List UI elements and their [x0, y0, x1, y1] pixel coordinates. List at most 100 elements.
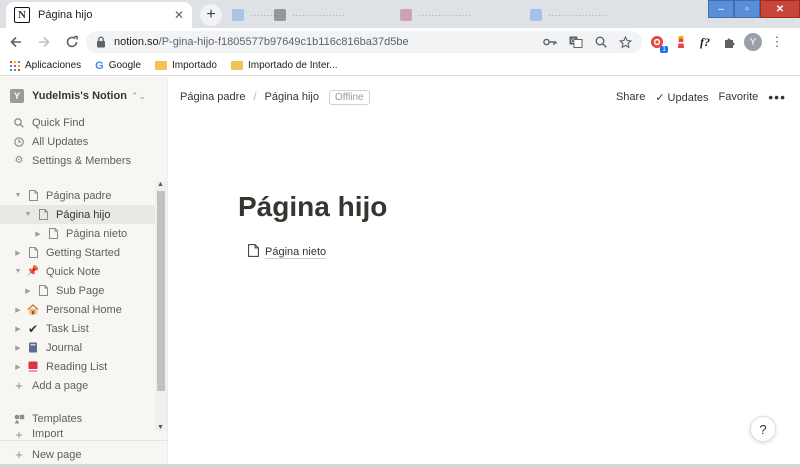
- scroll-down-icon[interactable]: ▼: [157, 424, 164, 431]
- background-tab-2[interactable]: ················: [274, 6, 345, 24]
- toggle-closed-icon[interactable]: ▶: [12, 306, 24, 314]
- arrow-left-icon: [10, 36, 21, 48]
- star-icon[interactable]: [619, 35, 632, 49]
- toggle-closed-icon[interactable]: ▶: [32, 230, 44, 238]
- sidebar-item-templates[interactable]: Templates: [0, 409, 167, 428]
- notion-favicon-icon: N: [14, 7, 30, 23]
- background-tab-3[interactable]: ················: [400, 6, 471, 24]
- help-button[interactable]: ?: [750, 416, 776, 442]
- sidebar-scrollbar[interactable]: ▲ ▼: [155, 181, 167, 431]
- search-icon: [12, 117, 26, 128]
- page-icon: [248, 244, 259, 260]
- toggle-closed-icon[interactable]: ▶: [22, 287, 34, 295]
- bookmark-google[interactable]: G Google: [95, 60, 141, 72]
- forward-button[interactable]: [32, 30, 56, 54]
- zoom-icon[interactable]: [595, 36, 607, 48]
- sidebar-item-import[interactable]: + Import: [0, 428, 167, 438]
- main-content: Página padre / Página hijo Offline Share…: [168, 77, 800, 468]
- maximize-button[interactable]: ▫: [734, 0, 760, 18]
- add-page-button[interactable]: + Add a page: [0, 376, 167, 395]
- sidebar-item-all-updates[interactable]: All Updates: [0, 132, 167, 151]
- bookmark-folder-importado-de-internet[interactable]: Importado de Inter...: [231, 60, 338, 71]
- sidebar-item-settings[interactable]: ⚙ Settings & Members: [0, 151, 167, 170]
- arrow-right-icon: [39, 36, 50, 48]
- page-title[interactable]: Página hijo: [238, 191, 387, 223]
- extension-icons: 1 f? Y ⋮: [648, 31, 786, 53]
- toggle-closed-icon[interactable]: ▶: [12, 249, 24, 257]
- extension-lighthouse-icon[interactable]: [672, 33, 690, 51]
- close-tab-icon[interactable]: ✕: [174, 8, 184, 22]
- translate-icon[interactable]: G: [569, 36, 583, 48]
- background-tab-4[interactable]: ··················: [530, 6, 608, 24]
- favorite-button[interactable]: Favorite: [719, 91, 759, 103]
- new-tab-button[interactable]: +: [200, 4, 222, 26]
- page-icon: [26, 247, 40, 258]
- clock-icon: [12, 136, 26, 147]
- minimize-button[interactable]: –: [708, 0, 734, 18]
- page-icon: [26, 190, 40, 201]
- sidebar-item-personal-home[interactable]: ▶ Personal Home: [0, 300, 167, 319]
- checkmark-icon: ✔: [27, 321, 39, 336]
- google-g-icon: G: [95, 59, 104, 72]
- scrollbar-thumb[interactable]: [157, 191, 165, 391]
- sidebar-item-pagina-hijo[interactable]: ▼ Página hijo: [0, 205, 167, 224]
- plus-icon: +: [15, 447, 23, 462]
- sidebar-item-pagina-nieto[interactable]: ▶ Página nieto: [0, 224, 167, 243]
- sidebar-item-reading-list[interactable]: ▶ Reading List: [0, 357, 167, 376]
- sidebar-item-sub-page[interactable]: ▶ Sub Page: [0, 281, 167, 300]
- sidebar-item-pagina-padre[interactable]: ▼ Página padre: [0, 186, 167, 205]
- page-icon: [36, 285, 50, 296]
- bookmark-apps[interactable]: Aplicaciones: [10, 60, 81, 71]
- workspace-badge: Y: [10, 89, 24, 103]
- page-tree: ▼ Página padre ▼ Página hijo ▶ Página ni…: [0, 186, 167, 438]
- tab-strip: N Página hijo ✕ + ········ ·············…: [0, 0, 800, 28]
- bookmark-folder-importado[interactable]: Importado: [154, 60, 217, 71]
- workspace-switcher[interactable]: Y Yudelmis's Notion ⌃⌄: [0, 83, 167, 109]
- key-icon[interactable]: [543, 37, 557, 47]
- share-button[interactable]: Share: [616, 91, 645, 103]
- address-bar-icons: G: [543, 35, 632, 49]
- sidebar-item-quick-note[interactable]: ▼ 📌 Quick Note: [0, 262, 167, 281]
- extension-target-icon[interactable]: 1: [648, 33, 668, 53]
- extension-badge: 1: [660, 46, 668, 53]
- book-icon: [26, 361, 40, 372]
- gear-icon: ⚙: [14, 155, 24, 166]
- more-options-icon[interactable]: •••: [768, 89, 786, 105]
- toggle-open-icon[interactable]: ▼: [12, 268, 24, 275]
- window-controls: – ▫ ✕: [708, 0, 800, 18]
- toggle-open-icon[interactable]: ▼: [12, 192, 24, 199]
- breadcrumb-pagina-padre[interactable]: Página padre: [180, 91, 245, 103]
- reload-icon: [66, 35, 78, 48]
- child-page-link[interactable]: Página nieto: [248, 244, 327, 260]
- tab-favicon-icon: [274, 9, 286, 21]
- toggle-closed-icon[interactable]: ▶: [12, 344, 24, 352]
- scroll-up-icon[interactable]: ▲: [157, 181, 164, 188]
- background-tab-1[interactable]: ········: [232, 6, 277, 24]
- breadcrumb-pagina-hijo[interactable]: Página hijo: [265, 91, 319, 103]
- apps-grid-icon: [10, 60, 20, 71]
- close-window-button[interactable]: ✕: [760, 0, 800, 18]
- extension-f-icon[interactable]: f?: [696, 33, 714, 51]
- toggle-open-icon[interactable]: ▼: [22, 211, 34, 218]
- toggle-closed-icon[interactable]: ▶: [12, 363, 24, 371]
- browser-tab-active[interactable]: N Página hijo ✕: [6, 2, 192, 28]
- sidebar: Y Yudelmis's Notion ⌃⌄ Quick Find All Up…: [0, 77, 168, 468]
- sidebar-item-journal[interactable]: ▶ Journal: [0, 338, 167, 357]
- extensions-puzzle-icon[interactable]: [720, 33, 738, 51]
- sidebar-item-quick-find[interactable]: Quick Find: [0, 113, 167, 132]
- browser-menu-icon[interactable]: ⋮: [768, 33, 786, 51]
- lock-icon[interactable]: [96, 36, 106, 48]
- back-button[interactable]: [4, 30, 28, 54]
- address-bar[interactable]: notion.so/P-gina-hijo-f1805577b97649c1b1…: [86, 31, 642, 53]
- sidebar-item-getting-started[interactable]: ▶ Getting Started: [0, 243, 167, 262]
- toggle-closed-icon[interactable]: ▶: [12, 325, 24, 333]
- updates-button[interactable]: ✓ Updates: [655, 91, 708, 104]
- folder-icon: [231, 61, 243, 70]
- templates-icon: [12, 414, 26, 424]
- sidebar-item-task-list[interactable]: ▶ ✔ Task List: [0, 319, 167, 338]
- reload-button[interactable]: [60, 30, 84, 54]
- plus-icon: +: [15, 378, 23, 393]
- profile-avatar[interactable]: Y: [744, 33, 762, 51]
- page-topbar: Página padre / Página hijo Offline Share…: [168, 77, 800, 117]
- import-icon: +: [15, 428, 23, 438]
